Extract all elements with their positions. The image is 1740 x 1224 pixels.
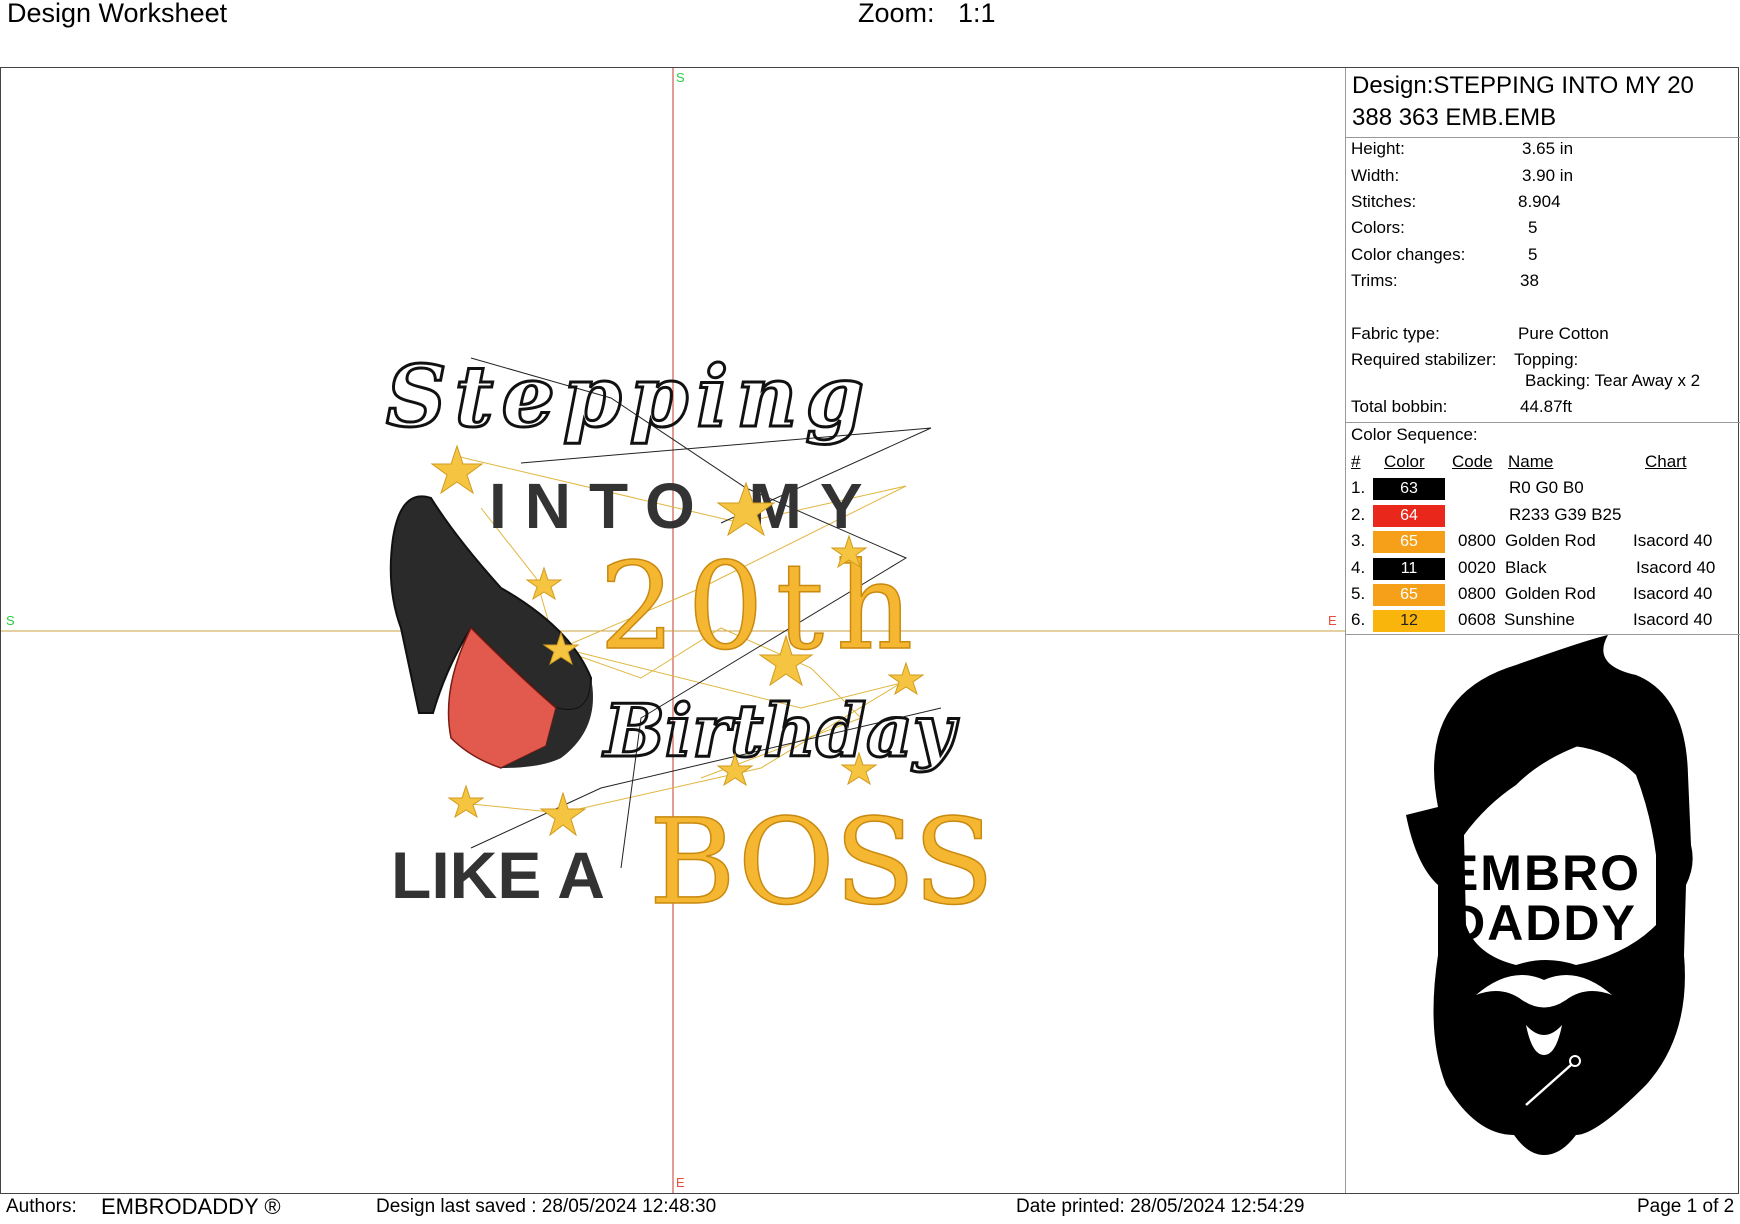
- seq-name: R0 G0 B0: [1509, 478, 1584, 497]
- seq-num: 6.: [1351, 610, 1366, 629]
- seq-code: 0608: [1458, 610, 1496, 629]
- seq-chart: Isacord 40: [1633, 610, 1713, 629]
- design-text-like-a: LIKE A: [391, 838, 605, 912]
- design-title: Design:STEPPING INTO MY 20 388 363 EMB.E…: [1352, 72, 1694, 131]
- color-swatch: 11: [1373, 558, 1445, 580]
- worksheet-header: Design Worksheet Zoom: 1:1: [0, 0, 1740, 66]
- stat-width-value: 3.90 in: [1522, 166, 1574, 185]
- stat-stitches-value: 8.904: [1518, 192, 1561, 211]
- stat-height-label: Height:: [1351, 139, 1405, 158]
- col-header-name: Name: [1508, 452, 1554, 471]
- stat-colors-label: Colors:: [1351, 218, 1405, 237]
- seq-num: 1.: [1351, 478, 1366, 497]
- page-indicator: Page 1 of 2: [1637, 1196, 1735, 1217]
- marker-left-start: S: [6, 613, 15, 628]
- col-header-num: #: [1351, 452, 1361, 471]
- color-swatch: 65: [1373, 584, 1445, 606]
- authors-value: EMBRODADDY ®: [101, 1194, 281, 1219]
- stabilizer-backing: Backing: Tear Away x 2: [1525, 371, 1701, 390]
- design-text-stepping: Stepping: [386, 347, 872, 446]
- seq-name: Black: [1505, 558, 1547, 577]
- logo-text-embro: EMBRO: [1445, 845, 1641, 901]
- last-saved: Design last saved : 28/05/2024 12:48:30: [376, 1196, 717, 1217]
- design-text-boss: BOSS: [649, 793, 994, 931]
- seq-num: 5.: [1351, 584, 1366, 603]
- stat-height-value: 3.65 in: [1522, 139, 1574, 158]
- worksheet-title: Design Worksheet: [7, 0, 228, 28]
- color-swatch: 63: [1373, 478, 1445, 500]
- col-header-color: Color: [1384, 452, 1425, 471]
- stabilizer-topping: Topping:: [1514, 350, 1579, 369]
- seq-code: 0020: [1458, 558, 1496, 577]
- color-swatch: 12: [1373, 610, 1445, 632]
- authors-label: Authors:: [6, 1196, 77, 1217]
- design-preview: Stepping INTO MY 20th Birthday LIKE A BO…: [1, 68, 1345, 1193]
- design-text-birthday: Birthday: [602, 688, 959, 773]
- stat-trims-label: Trims:: [1351, 271, 1398, 290]
- fabric-type-label: Fabric type:: [1351, 324, 1440, 343]
- zoom-value[interactable]: 1:1: [958, 0, 996, 29]
- embrodaddy-logo: EMBRO DADDY: [1406, 635, 1693, 1155]
- seq-chart: Isacord 40: [1636, 558, 1716, 577]
- seq-num: 2.: [1351, 505, 1366, 524]
- stat-trims-value: 38: [1520, 271, 1539, 290]
- seq-chart: Isacord 40: [1633, 531, 1713, 550]
- divider: [1346, 422, 1740, 423]
- logo-text-daddy: DADDY: [1449, 895, 1637, 951]
- design-info-panel: Design:STEPPING INTO MY 20 388 363 EMB.E…: [1345, 68, 1740, 1193]
- color-swatch: 65: [1373, 531, 1445, 553]
- design-text-into-my: INTO MY: [489, 470, 881, 542]
- color-swatch: 64: [1373, 505, 1445, 527]
- worksheet-footer: Authors: EMBRODADDY ® Design last saved …: [0, 1194, 1740, 1224]
- zoom-label: Zoom:: [858, 0, 935, 28]
- stat-color-changes-label: Color changes:: [1351, 245, 1466, 264]
- seq-num: 3.: [1351, 531, 1366, 550]
- color-sequence-title: Color Sequence:: [1351, 425, 1478, 444]
- stat-width-label: Width:: [1351, 166, 1400, 185]
- seq-name: R233 G39 B25: [1509, 505, 1622, 524]
- seq-num: 4.: [1351, 558, 1366, 577]
- seq-code: 0800: [1458, 531, 1496, 550]
- marker-right-end: E: [1328, 613, 1337, 628]
- seq-name: Sunshine: [1504, 610, 1575, 629]
- design-canvas[interactable]: Stepping INTO MY 20th Birthday LIKE A BO…: [1, 68, 1345, 1193]
- seq-name: Golden Rod: [1505, 584, 1596, 603]
- seq-chart: Isacord 40: [1633, 584, 1713, 603]
- stat-stitches-label: Stitches:: [1351, 192, 1417, 211]
- marker-bottom-end: E: [676, 1175, 685, 1190]
- stat-colors-value: 5: [1528, 218, 1538, 237]
- seq-code: 0800: [1458, 584, 1496, 603]
- date-printed: Date printed: 28/05/2024 12:54:29: [1016, 1196, 1305, 1217]
- fabric-type-value: Pure Cotton: [1518, 324, 1609, 343]
- stat-color-changes-value: 5: [1528, 245, 1538, 264]
- total-bobbin-value: 44.87ft: [1520, 397, 1572, 416]
- total-bobbin-label: Total bobbin:: [1351, 397, 1448, 416]
- marker-top-start: S: [676, 70, 685, 85]
- seq-name: Golden Rod: [1505, 531, 1596, 550]
- col-header-chart: Chart: [1645, 452, 1687, 471]
- divider: [1346, 137, 1740, 138]
- col-header-code: Code: [1452, 452, 1493, 471]
- stabilizer-label: Required stabilizer:: [1351, 350, 1497, 369]
